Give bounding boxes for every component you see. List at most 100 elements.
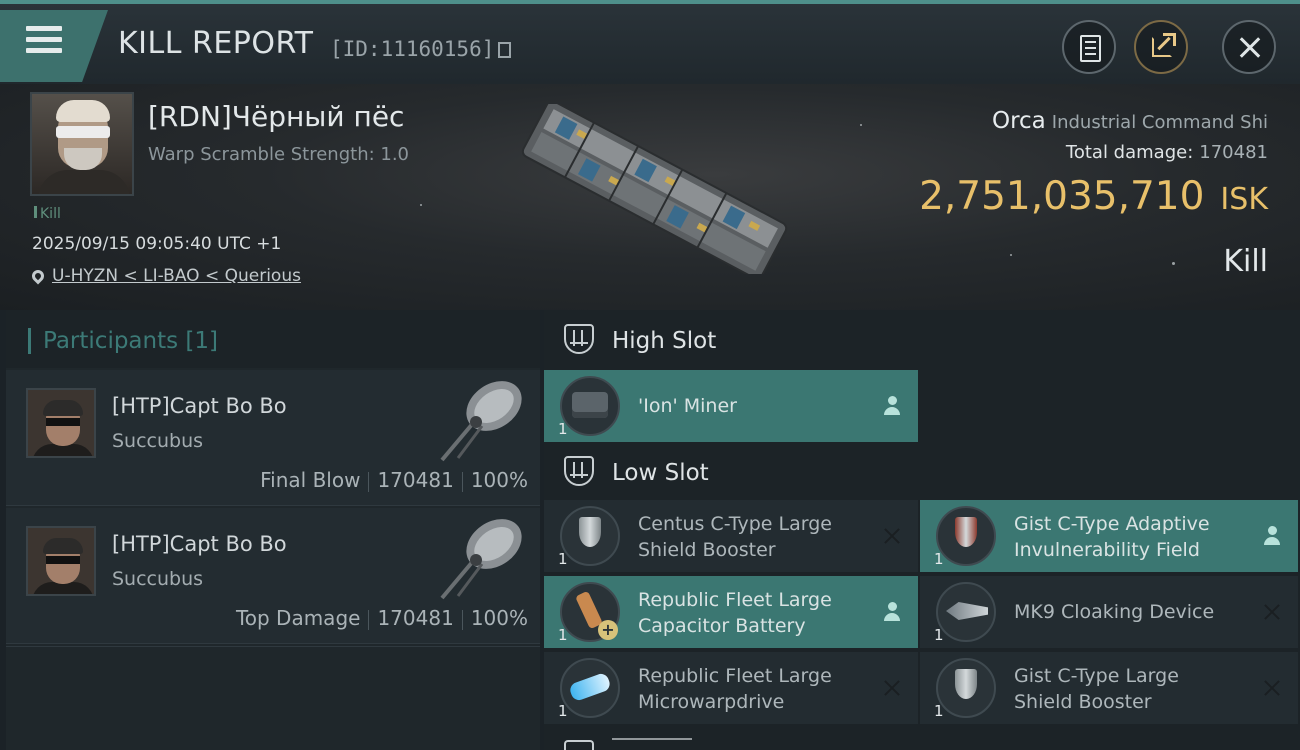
- close-button[interactable]: [1222, 20, 1276, 74]
- share-icon: [1152, 33, 1176, 57]
- high-slot-header: High Slot: [544, 310, 1300, 370]
- participant-percent: 100%: [470, 606, 528, 630]
- item-name-line1: Gist C-Type Adaptive: [1014, 513, 1210, 535]
- participants-panel: Participants [1] [HTP]Capt Bo Bo Succubu…: [6, 310, 540, 750]
- document-button[interactable]: [1062, 20, 1116, 74]
- report-id-text: [ID:11160156]: [330, 37, 495, 61]
- item-name-line1: Republic Fleet Large: [638, 665, 832, 687]
- item-name: Gist C-Type Adaptive Invulnerability Fiel…: [1014, 511, 1210, 563]
- participant-ship: Succubus: [112, 430, 204, 452]
- cloak-icon: [936, 582, 996, 642]
- location-link[interactable]: U-HYZN < LI-BAO < Querious: [29, 266, 301, 286]
- participants-title: Participants [1]: [28, 328, 218, 354]
- total-damage: Total damage: 170481: [1066, 142, 1268, 163]
- participant-role: Top Damage: [235, 606, 361, 630]
- participant-role: Final Blow: [260, 468, 361, 492]
- isk-unit: ISK: [1220, 182, 1268, 217]
- participant-percent: 100%: [470, 468, 528, 492]
- participants-empty-space: [6, 646, 540, 750]
- fitting-item-gist-shield-booster[interactable]: 1 Gist C-Type Large Shield Booster: [920, 652, 1298, 724]
- item-quantity: 1: [934, 550, 944, 568]
- item-name: Republic Fleet Large Microwarpdrive: [638, 663, 832, 715]
- victim-portrait[interactable]: [30, 92, 134, 196]
- destroyed-x-icon: [882, 678, 902, 698]
- low-slot-header: Low Slot: [544, 442, 1300, 502]
- ship-name-text: Orca: [991, 108, 1046, 134]
- warp-scramble-strength: Warp Scramble Strength: 1.0: [148, 144, 410, 165]
- participant-name: [HTP]Capt Bo Bo: [112, 394, 287, 418]
- item-name: Republic Fleet Large Capacitor Battery: [638, 587, 832, 639]
- participant-damage: 170481: [377, 468, 454, 492]
- victim-name[interactable]: [RDN]Чёрный пёс: [148, 100, 404, 133]
- header-bar: KILL REPORT [ID:11160156]: [0, 0, 1300, 84]
- participant-ship: Succubus: [112, 568, 204, 590]
- item-name-line1: Gist C-Type Large: [1014, 665, 1179, 687]
- item-name-line1: Republic Fleet Large: [638, 589, 832, 611]
- item-name-line2: Invulnerability Field: [1014, 539, 1200, 561]
- low-slot-icon: [564, 456, 594, 486]
- participant-portrait[interactable]: [26, 388, 96, 458]
- fitting-item-capacitor-battery[interactable]: 1 Republic Fleet Large Capacitor Battery: [544, 576, 918, 648]
- item-name-line2: Capacitor Battery: [638, 615, 806, 637]
- mid-slot-header-peek: [544, 736, 1300, 750]
- shield-icon: [560, 506, 620, 566]
- item-quantity: 1: [934, 626, 944, 644]
- item-name-line2: Shield Booster: [638, 539, 776, 561]
- shield-icon: [936, 658, 996, 718]
- fitting-item-gist-invulnerability-field[interactable]: 1 Gist C-Type Adaptive Invulnerability Fi…: [920, 500, 1298, 572]
- person-icon: [882, 602, 902, 622]
- item-name: Gist C-Type Large Shield Booster: [1014, 663, 1179, 715]
- report-id[interactable]: [ID:11160156]: [330, 37, 512, 61]
- fitting-item-cloaking-device[interactable]: 1 MK9 Cloaking Device: [920, 576, 1298, 648]
- fitting-item-ion-miner[interactable]: 1 'Ion' Miner: [544, 370, 918, 442]
- kill-tag: Kill: [34, 206, 61, 222]
- item-name-line2: Shield Booster: [1014, 691, 1152, 713]
- total-damage-label: Total damage:: [1065, 142, 1194, 163]
- fitting-item-microwarpdrive[interactable]: 1 Republic Fleet Large Microwarpdrive: [544, 652, 918, 724]
- location-pin-icon: [29, 267, 47, 285]
- participants-header: Participants [1]: [6, 310, 540, 368]
- fitting-item-centus-shield-booster[interactable]: 1 Centus C-Type Large Shield Booster: [544, 500, 918, 572]
- item-quantity: 1: [934, 702, 944, 720]
- person-icon: [1262, 526, 1282, 546]
- item-name-line2: Microwarpdrive: [638, 691, 785, 713]
- miner-icon: [560, 376, 620, 436]
- kill-result: Kill: [1223, 244, 1268, 279]
- participant-row[interactable]: [HTP]Capt Bo Bo Succubus Top Damage 17048…: [6, 508, 540, 644]
- item-name: MK9 Cloaking Device: [1014, 601, 1215, 623]
- shield-icon: [936, 506, 996, 566]
- location-path[interactable]: U-HYZN < LI-BAO < Querious: [52, 266, 301, 286]
- participant-portrait[interactable]: [26, 526, 96, 596]
- ship-name[interactable]: Orca Industrial Command Shi: [992, 108, 1268, 134]
- item-quantity: 1: [558, 702, 568, 720]
- participant-stats: Final Blow 170481 100%: [260, 468, 528, 492]
- item-name-line1: Centus C-Type Large: [638, 513, 832, 535]
- isk-value: 2,751,035,710 ISK: [919, 174, 1268, 219]
- share-button[interactable]: [1134, 20, 1188, 74]
- high-slot-label: High Slot: [612, 328, 717, 354]
- destroyed-x-icon: [882, 526, 902, 546]
- total-damage-value: 170481: [1199, 142, 1268, 163]
- isk-amount: 2,751,035,710: [919, 174, 1205, 219]
- copy-icon[interactable]: [498, 42, 512, 58]
- hamburger-icon: [26, 26, 62, 59]
- close-icon: [1239, 37, 1261, 58]
- participant-damage: 170481: [377, 606, 454, 630]
- victim-summary: [RDN]Чёрный пёс Warp Scramble Strength: …: [0, 84, 1300, 310]
- item-name: 'Ion' Miner: [638, 395, 737, 417]
- document-icon: [1080, 35, 1101, 62]
- ship-type: Industrial Command Shi: [1051, 112, 1268, 133]
- menu-button[interactable]: [0, 10, 108, 82]
- person-icon: [882, 396, 902, 416]
- participant-row[interactable]: [HTP]Capt Bo Bo Succubus Final Blow 17048…: [6, 370, 540, 506]
- fitting-panel: High Slot 1 'Ion' Miner Low Slot 1 Centu…: [544, 310, 1300, 750]
- mwd-icon: [560, 658, 620, 718]
- kill-datetime: 2025/09/15 09:05:40 UTC +1: [32, 234, 282, 254]
- item-quantity: 1: [558, 626, 568, 644]
- item-quantity: 1: [558, 420, 568, 438]
- destroyed-x-icon: [1262, 678, 1282, 698]
- participant-stats: Top Damage 170481 100%: [236, 606, 528, 630]
- item-quantity: 1: [558, 550, 568, 568]
- destroyed-x-icon: [1262, 602, 1282, 622]
- participant-name: [HTP]Capt Bo Bo: [112, 532, 287, 556]
